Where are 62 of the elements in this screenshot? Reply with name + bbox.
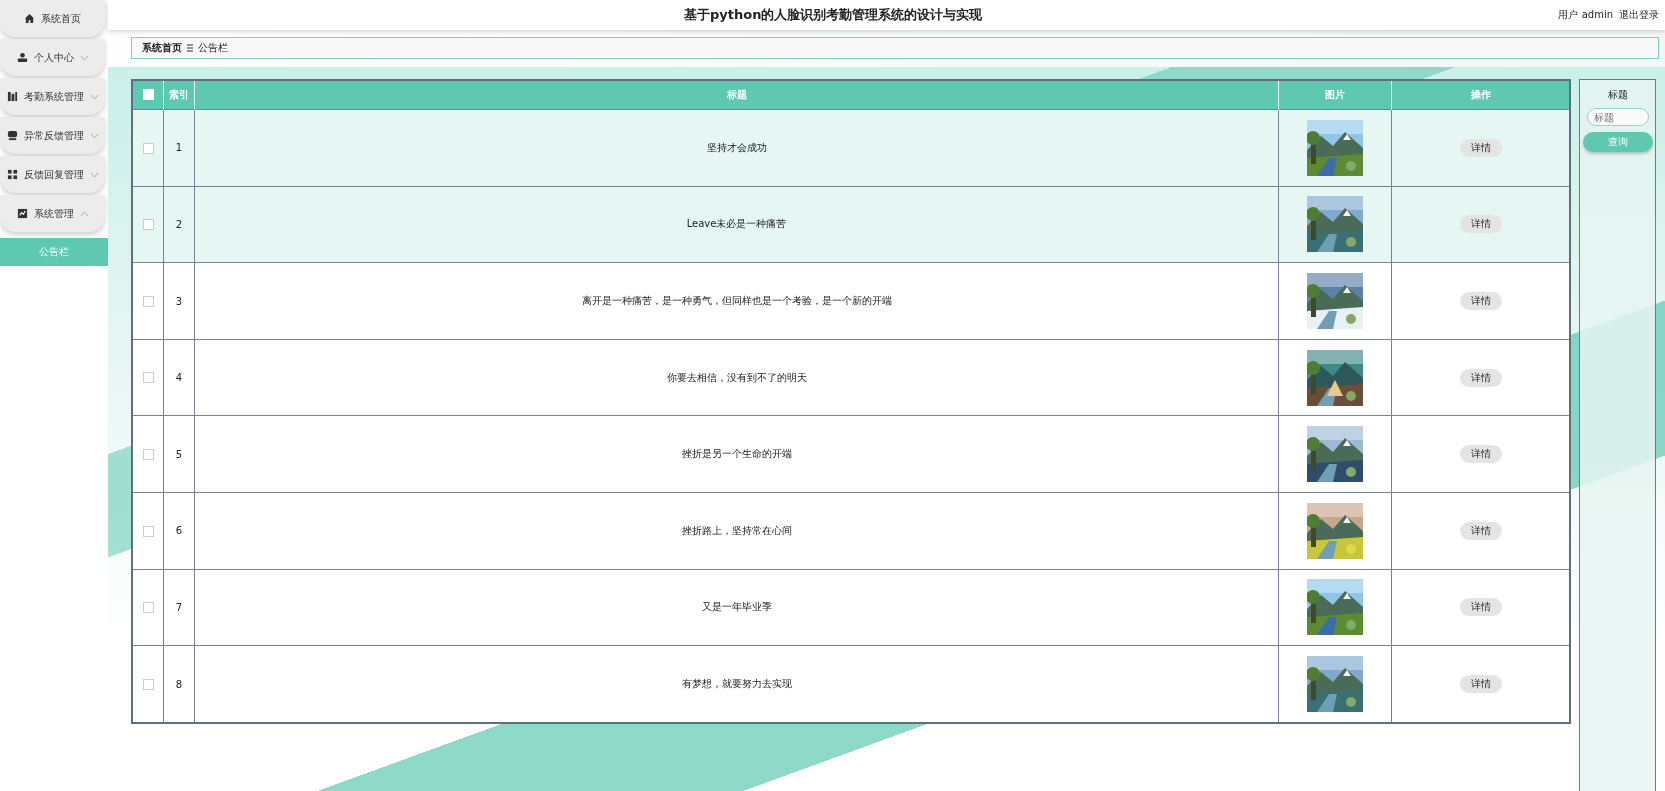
- row-checkbox[interactable]: [142, 295, 154, 307]
- person-icon: [16, 52, 28, 63]
- title-cell: 又是一年毕业季: [194, 569, 1279, 646]
- chart-icon: [16, 208, 28, 219]
- column-header: 图片: [1278, 80, 1392, 110]
- chevron-icon: [89, 132, 99, 139]
- row-checkbox[interactable]: [142, 142, 154, 154]
- monitor-icon: [6, 130, 18, 141]
- breadcrumb-item[interactable]: 系统首页: [142, 41, 182, 55]
- sidebar-item[interactable]: 系统管理: [0, 195, 105, 232]
- details-button[interactable]: 详情: [1459, 368, 1502, 387]
- details-button[interactable]: 详情: [1459, 138, 1502, 157]
- chevron-icon: [89, 93, 99, 100]
- details-button[interactable]: 详情: [1459, 215, 1502, 234]
- column-header: 操作: [1391, 80, 1570, 110]
- sidebar-item[interactable]: 反馈回复管理: [0, 156, 105, 193]
- chevron-icon: [79, 54, 89, 61]
- select-all-checkbox[interactable]: [142, 88, 154, 100]
- breadcrumb-item[interactable]: 公告栏: [198, 41, 228, 55]
- sidebar-item[interactable]: 考勤系统管理: [0, 78, 105, 115]
- user-label: 用户 admin: [1558, 8, 1613, 22]
- index-cell: 3: [163, 262, 195, 340]
- bar-chart-icon: [6, 91, 18, 102]
- details-button[interactable]: 详情: [1459, 675, 1502, 694]
- grid-icon: [6, 169, 18, 180]
- details-button[interactable]: 详情: [1459, 445, 1502, 464]
- title-cell: Leave未必是一种痛苦: [194, 186, 1279, 263]
- row-checkbox[interactable]: [142, 602, 154, 614]
- separator-icon: [186, 44, 194, 52]
- sidebar-item[interactable]: 系统首页: [0, 0, 105, 37]
- details-button[interactable]: 详情: [1459, 292, 1502, 310]
- title-cell: 坚持才会成功: [194, 109, 1279, 187]
- index-cell: 4: [163, 339, 195, 416]
- search-label: 标题: [1607, 88, 1628, 102]
- title-cell: 挫折是另一个生命的开端: [194, 415, 1279, 493]
- index-cell: 2: [163, 186, 195, 263]
- logout-link[interactable]: 退出登录: [1619, 8, 1659, 22]
- row-checkbox[interactable]: [142, 449, 154, 460]
- sidebar-item[interactable]: 个人中心: [0, 39, 105, 76]
- chevron-icon: [89, 171, 99, 178]
- title-cell: 离开是一种痛苦，是一种勇气，但同样也是一个考验，是一个新的开端: [194, 262, 1279, 340]
- details-button[interactable]: 详情: [1459, 598, 1502, 617]
- row-checkbox[interactable]: [142, 678, 154, 690]
- title-cell: 你要去相信，没有到不了的明天: [194, 339, 1279, 416]
- home-icon: [24, 13, 35, 24]
- column-header: 索引: [163, 80, 195, 110]
- sidebar-item[interactable]: 异常反馈管理: [0, 117, 105, 154]
- details-button[interactable]: 详情: [1459, 521, 1502, 540]
- page-title: 基于python的人脸识别考勤管理系统的设计与实现: [683, 6, 984, 24]
- title-cell: 有梦想，就要努力去实现: [194, 645, 1279, 723]
- row-checkbox[interactable]: [142, 219, 154, 231]
- title-cell: 挫折路上，坚持常在心间: [194, 492, 1279, 570]
- index-cell: 6: [163, 492, 195, 570]
- search-field[interactable]: 标题: [1586, 108, 1649, 126]
- index-cell: 7: [163, 569, 195, 646]
- index-cell: 1: [163, 109, 195, 187]
- row-checkbox[interactable]: [142, 525, 154, 537]
- index-cell: 5: [163, 415, 195, 493]
- index-cell: 8: [163, 645, 195, 723]
- column-header: 标题: [194, 80, 1279, 110]
- row-checkbox[interactable]: [142, 372, 154, 384]
- chevron-icon: [79, 210, 89, 217]
